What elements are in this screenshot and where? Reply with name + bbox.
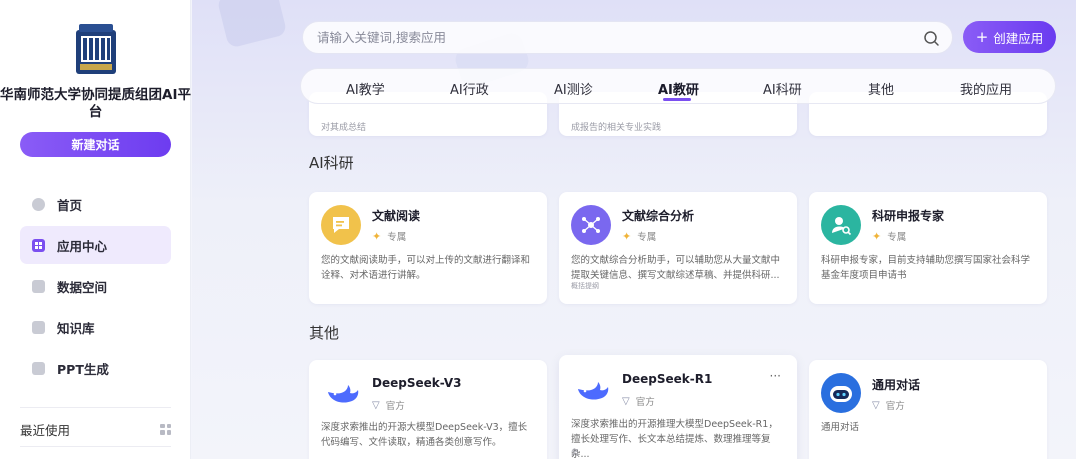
card-title: 文献阅读 xyxy=(372,209,421,223)
search-bar[interactable] xyxy=(302,21,953,54)
whale-icon xyxy=(573,371,613,411)
app-card[interactable]: 文献综合分析 ✦ 专属 您的文献综合分析助手，可以辅助您从大量文献中提取关键信息… xyxy=(559,192,797,304)
more-options-icon[interactable]: ··· xyxy=(770,369,781,383)
verified-v-icon: ▽ xyxy=(372,399,380,411)
background-decoration xyxy=(216,0,288,49)
card-extra: 概括提纲 xyxy=(571,282,599,290)
grid-view-icon[interactable] xyxy=(160,423,171,435)
app-card[interactable]: 文献阅读 ✦ 专属 您的文献阅读助手，可以对上传的文献进行翻译和诠释、对术语进行… xyxy=(309,192,547,304)
section-title: AI科研 xyxy=(309,154,354,172)
card-description: 您的文献综合分析助手，可以辅助您从大量文献中提取关键信息、撰写文献综述草稿、并提… xyxy=(571,255,781,281)
card-tag: ▽ 官方 xyxy=(372,398,405,413)
card-description: 通用对话 xyxy=(821,422,860,433)
sidebar-item-knowledge-base[interactable]: 知识库 xyxy=(20,308,171,346)
chat-bubble-icon xyxy=(32,197,45,211)
recent-section[interactable]: 最近使用 xyxy=(20,420,171,438)
tab-other[interactable]: 其他 xyxy=(868,79,894,98)
molecule-icon xyxy=(571,205,611,245)
card-title: 文献综合分析 xyxy=(622,209,695,223)
card-tag-label: 官方 xyxy=(885,401,905,412)
sidebar-item-ppt[interactable]: PPT生成 xyxy=(20,349,171,387)
card-fragment: 成报告的相关专业实践 xyxy=(571,123,662,133)
card-tag: ✦ 专属 xyxy=(622,229,657,244)
new-chat-button[interactable]: 新建对话 xyxy=(20,132,171,157)
tab-ai-admin[interactable]: AI行政 xyxy=(450,79,489,98)
active-tab-indicator xyxy=(663,98,691,101)
card-tag-label: 专属 xyxy=(637,232,657,243)
card-tag: ✦ 专属 xyxy=(872,229,907,244)
tab-ai-diagnosis[interactable]: AI测诊 xyxy=(554,79,593,98)
university-logo-icon xyxy=(76,24,116,74)
card-title: 通用对话 xyxy=(872,378,921,392)
create-app-label: 创建应用 xyxy=(993,30,1044,46)
robot-icon xyxy=(821,373,861,413)
sparkle-icon: ✦ xyxy=(372,229,382,243)
app-card[interactable]: DeepSeek-V3 ▽ 官方 深度求索推出的开源大模型DeepSeek-V3… xyxy=(309,360,547,459)
card-tag-label: 专属 xyxy=(887,232,907,243)
card-description: 科研申报专家，目前支持辅助您撰写国家社会科学基金年度项目申请书 xyxy=(821,255,1031,281)
search-input[interactable] xyxy=(317,30,897,45)
sidebar-item-app-center[interactable]: 应用中心 xyxy=(20,226,171,264)
platform-title: 华南师范大学协同提质组团AI平台 xyxy=(0,87,191,120)
whale-icon xyxy=(323,374,363,414)
card-title: 科研申报专家 xyxy=(872,209,945,223)
sidebar-item-label: PPT生成 xyxy=(57,361,109,377)
card-tag-label: 专属 xyxy=(387,232,407,243)
app-card[interactable]: 通用对话 ▽ 官方 通用对话 xyxy=(809,360,1047,459)
book-icon xyxy=(32,320,45,334)
sidebar-item-label: 知识库 xyxy=(57,320,95,336)
sparkle-icon: ✦ xyxy=(622,229,632,243)
verified-v-icon: ▽ xyxy=(622,395,630,407)
section-title: 其他 xyxy=(309,324,340,342)
chat-document-icon xyxy=(321,205,361,245)
divider xyxy=(20,407,171,408)
document-icon xyxy=(32,279,45,293)
tab-my-apps[interactable]: 我的应用 xyxy=(960,79,1012,98)
sparkle-icon: ✦ xyxy=(872,229,882,243)
plus-icon: + xyxy=(975,27,989,46)
card-tag: ▽ 官方 xyxy=(622,394,655,409)
sidebar-item-home[interactable]: 首页 xyxy=(20,185,171,223)
card-tag: ▽ 官方 xyxy=(872,398,905,413)
card-tag-label: 官方 xyxy=(385,401,405,412)
slides-icon xyxy=(32,361,45,375)
card-description: 深度求索推出的开源推理大模型DeepSeek-R1，擅长处理写作、长文本总结提炼… xyxy=(571,419,778,459)
recent-label: 最近使用 xyxy=(20,422,71,438)
card-title: DeepSeek-R1 xyxy=(622,372,713,386)
create-app-button[interactable]: + 创建应用 xyxy=(963,21,1056,53)
divider xyxy=(20,446,171,447)
tab-ai-teaching-research[interactable]: AI教研 xyxy=(658,79,699,98)
tab-ai-research[interactable]: AI科研 xyxy=(763,79,802,98)
card-tag-label: 官方 xyxy=(635,397,655,408)
card-description: 您的文献阅读助手，可以对上传的文献进行翻译和诠释、对术语进行讲解。 xyxy=(321,255,531,281)
card-title: DeepSeek-V3 xyxy=(372,376,462,390)
sidebar: 华南师范大学协同提质组团AI平台 新建对话 首页 应用中心 数据空间 知识库 P… xyxy=(0,0,191,459)
app-card[interactable]: 科研申报专家 ✦ 专属 科研申报专家，目前支持辅助您撰写国家社会科学基金年度项目… xyxy=(809,192,1047,304)
search-icon[interactable] xyxy=(923,30,940,47)
sidebar-item-label: 应用中心 xyxy=(57,238,108,254)
card-description: 深度求索推出的开源大模型DeepSeek-V3，擅长代码编写、文件读取，精通各类… xyxy=(321,422,528,448)
verified-v-icon: ▽ xyxy=(872,399,880,411)
user-search-icon xyxy=(821,205,861,245)
card-extra: 务 xyxy=(571,448,579,457)
card-fragment: 对其成总结 xyxy=(321,123,367,133)
sidebar-item-data-space[interactable]: 数据空间 xyxy=(20,267,171,305)
app-grid-icon xyxy=(32,238,45,252)
sidebar-item-label: 数据空间 xyxy=(57,279,108,295)
app-card[interactable]: DeepSeek-R1 ··· ▽ 官方 深度求索推出的开源推理大模型DeepS… xyxy=(559,355,797,459)
sidebar-item-label: 首页 xyxy=(57,197,83,213)
tab-ai-teaching[interactable]: AI教学 xyxy=(346,79,385,98)
card-tag: ✦ 专属 xyxy=(372,229,407,244)
